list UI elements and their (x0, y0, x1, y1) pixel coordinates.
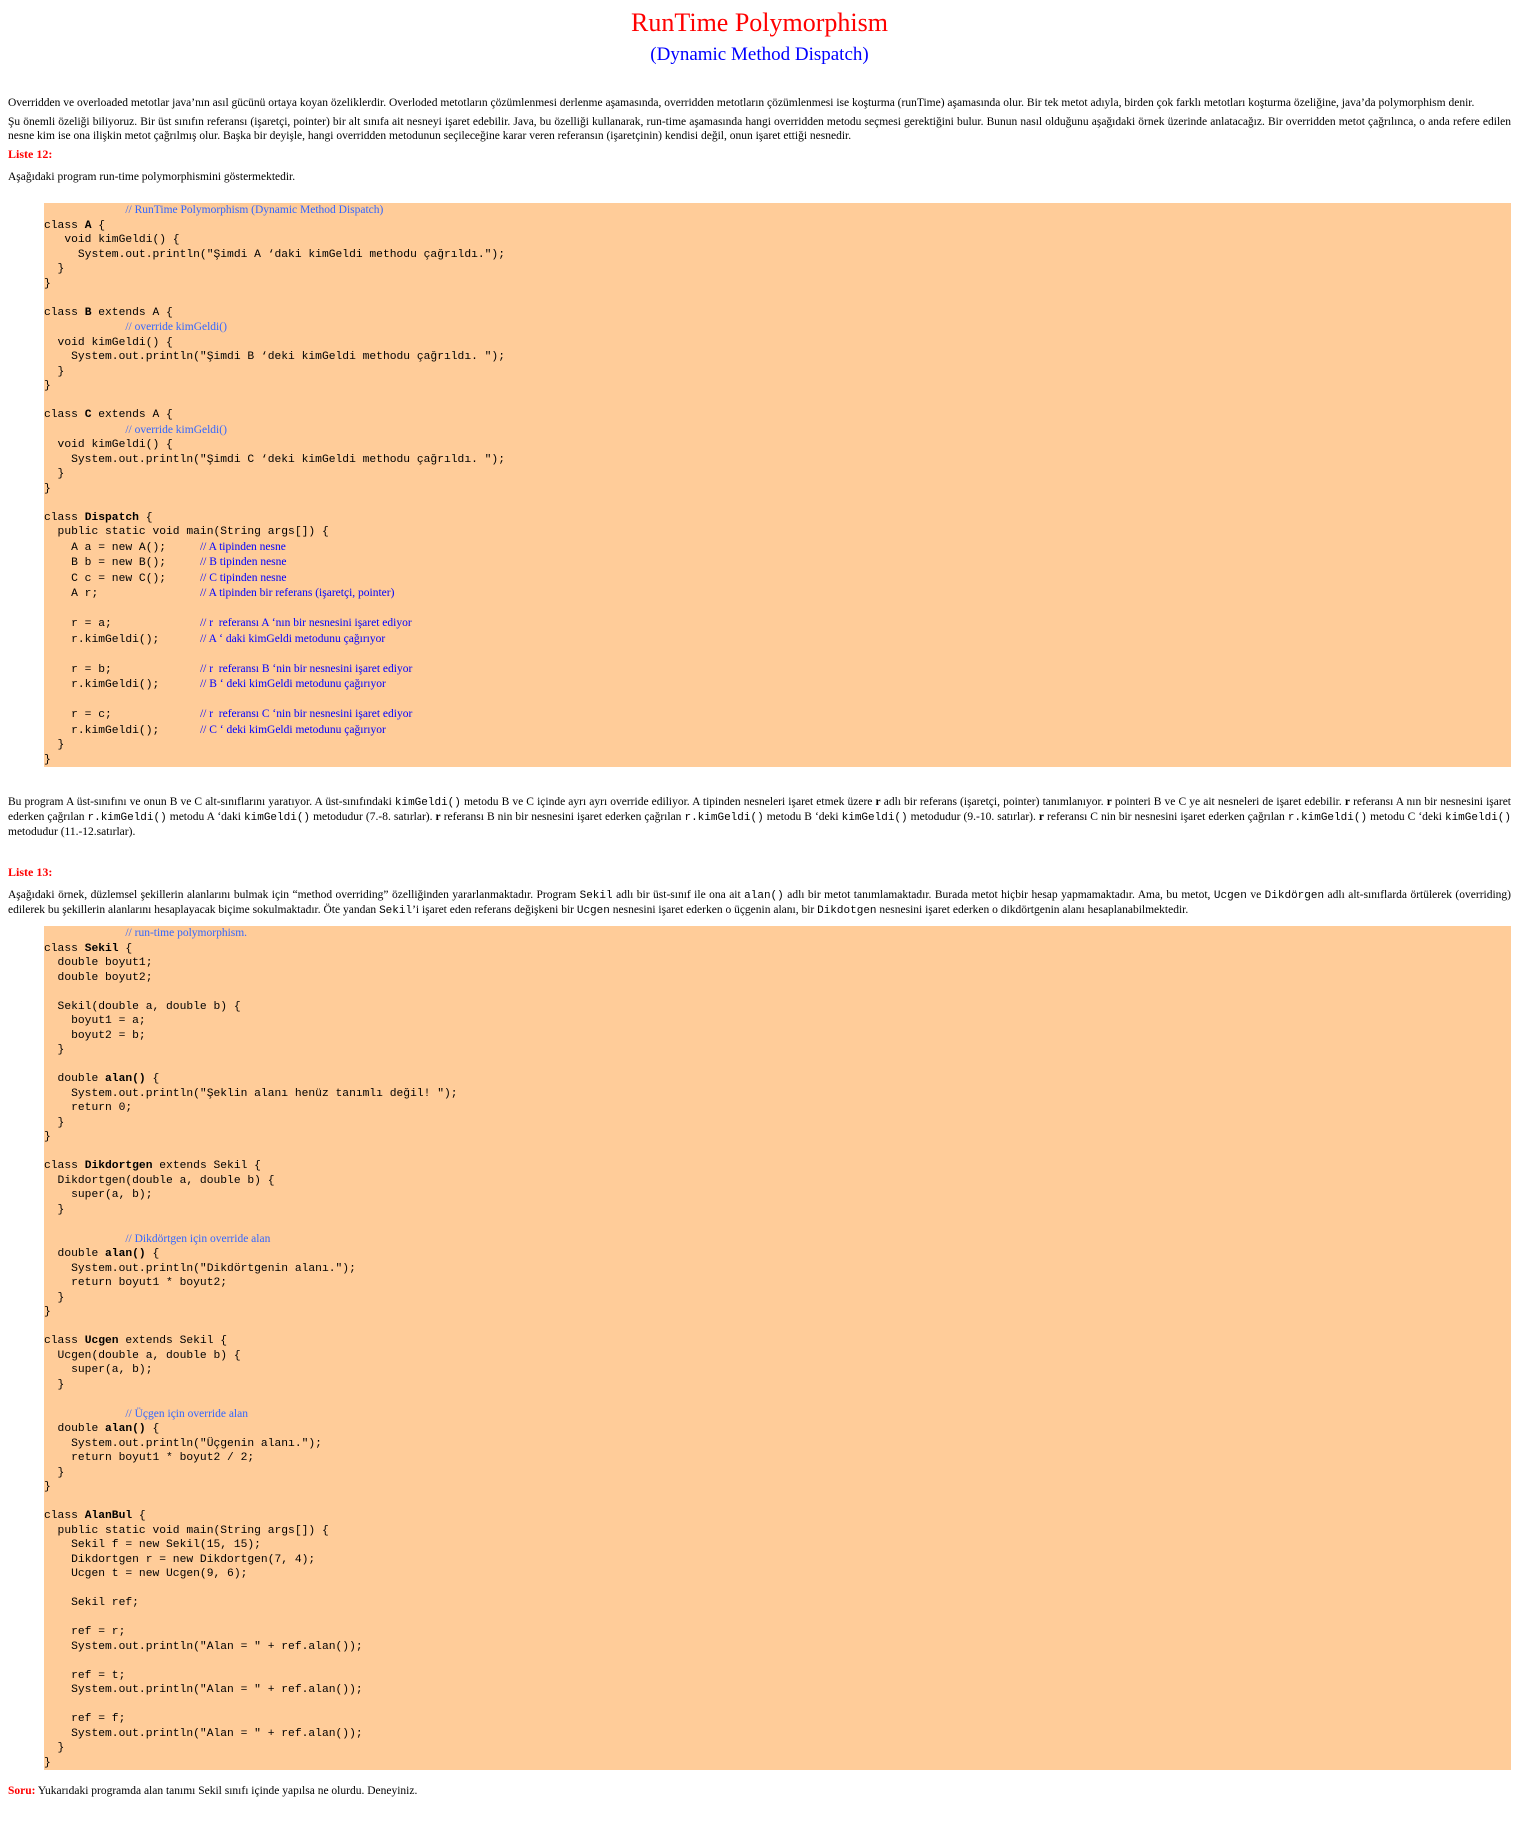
code-comment: // A tipinden nesne (199, 540, 286, 553)
code-comment: // A ‘ daki kimGeldi metodunu çağırıyor (199, 632, 386, 645)
code-comment: // r referansı C ‘nin bir nesnesini işar… (199, 708, 413, 720)
page-title: RunTime Polymorphism (631, 8, 888, 37)
code-comment: // RunTime Polymorphism (Dynamic Method … (125, 204, 384, 216)
code-comment: // r referansı A ‘nın bir nesnesini işar… (199, 617, 412, 629)
question-text: Yukarıdaki programda alan tanımı Sekil s… (35, 1785, 418, 1797)
liste-12-description: Aşağıdaki program run-time polymorphismi… (8, 171, 296, 183)
intro-paragraph-2: Şu önemli özeliği biliyoruz. Bir üst sın… (8, 116, 1511, 142)
code-comment: // A tipinden bir referans (işaretçi, po… (199, 587, 395, 599)
code-comment: // C tipinden nesne (199, 571, 287, 584)
liste-12-label: Liste 12: (8, 147, 53, 161)
liste-13-description: Aşağıdaki örnek, düzlemsel şekillerin al… (8, 889, 1511, 917)
liste-13-label: Liste 13: (8, 865, 53, 879)
code-block-liste-13: // run-time polymorphism. class Sekil { … (44, 926, 1511, 1770)
intro-paragraph-1: Overridden ve overloaded metotlar java’n… (8, 97, 1475, 109)
code-comment: // run-time polymorphism. (125, 927, 248, 939)
code-comment: // C ‘ deki kimGeldi metodunu çağırıyor (199, 723, 386, 736)
code-comment: // override kimGeldi() (125, 423, 227, 436)
question-label: Soru: (8, 1785, 36, 1797)
code-comment: // r referansı B ‘nin bir nesnesini işar… (199, 662, 413, 675)
code-comment: // Dikdörtgen için override alan (125, 1232, 271, 1245)
code-comment: // B tipinden nesne (199, 556, 287, 568)
code-comment: // override kimGeldi() (125, 321, 227, 333)
code-comment: // B ‘ deki kimGeldi metodunu çağırıyor (199, 678, 386, 690)
page-subtitle: (Dynamic Method Dispatch) (650, 44, 869, 65)
liste-12-explanation: Bu program A üst-sınıfını ve onun B ve C… (8, 796, 1512, 838)
document-page: RunTime Polymorphism (Dynamic Method Dis… (0, 0, 1519, 1798)
code-block-liste-12: // RunTime Polymorphism (Dynamic Method … (44, 203, 1511, 767)
code-comment: // Üçgen için override alan (125, 1407, 248, 1420)
question: Soru: Yukarıdaki programda alan tanımı S… (8, 1784, 1511, 1798)
